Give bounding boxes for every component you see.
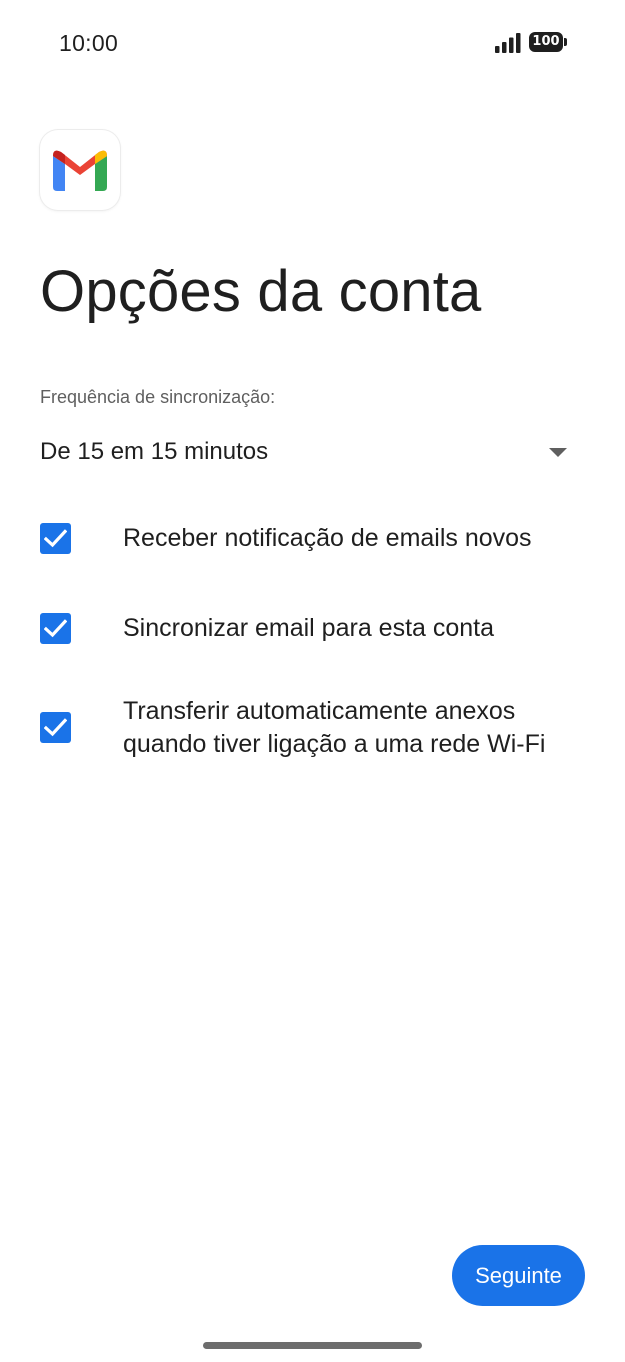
gmail-logo-tile [40, 130, 120, 210]
next-button[interactable]: Seguinte [452, 1245, 585, 1306]
sync-email-checkbox[interactable] [40, 613, 71, 644]
auto-download-label-line1: Transferir automaticamente anexos [123, 697, 516, 725]
battery-tip [564, 38, 567, 46]
check-icon [44, 619, 67, 638]
sync-frequency-value: De 15 em 15 minutos [40, 438, 269, 465]
notifications-checkbox[interactable] [40, 523, 71, 554]
auto-download-label-line2: quando tiver ligação a uma rede Wi-Fi [123, 730, 546, 758]
status-time: 10:00 [59, 30, 119, 56]
sync-frequency-label: Frequência de sincronização: [40, 387, 276, 407]
check-icon [44, 718, 67, 737]
page-title: Opções da conta [40, 259, 482, 324]
sync-email-label: Sincronizar email para esta conta [123, 614, 495, 642]
auto-download-checkbox[interactable] [40, 712, 71, 743]
battery-icon: 100 [529, 32, 567, 52]
check-icon [44, 529, 67, 548]
status-bar: 10:00 100 [0, 0, 625, 86]
option-auto-download-attachments[interactable]: Transferir automaticamente anexos quando… [40, 695, 600, 761]
notifications-label: Receber notificação de emails novos [123, 524, 532, 552]
option-new-email-notifications[interactable]: Receber notificação de emails novos [40, 522, 600, 555]
dropdown-arrow-icon [549, 448, 567, 457]
gmail-logo-icon [53, 150, 107, 191]
option-sync-email[interactable]: Sincronizar email para esta conta [40, 612, 600, 645]
sync-frequency-dropdown[interactable]: De 15 em 15 minutos [40, 430, 580, 476]
home-indicator[interactable] [203, 1342, 422, 1349]
signal-icon [495, 33, 521, 53]
battery-level: 100 [529, 32, 563, 52]
